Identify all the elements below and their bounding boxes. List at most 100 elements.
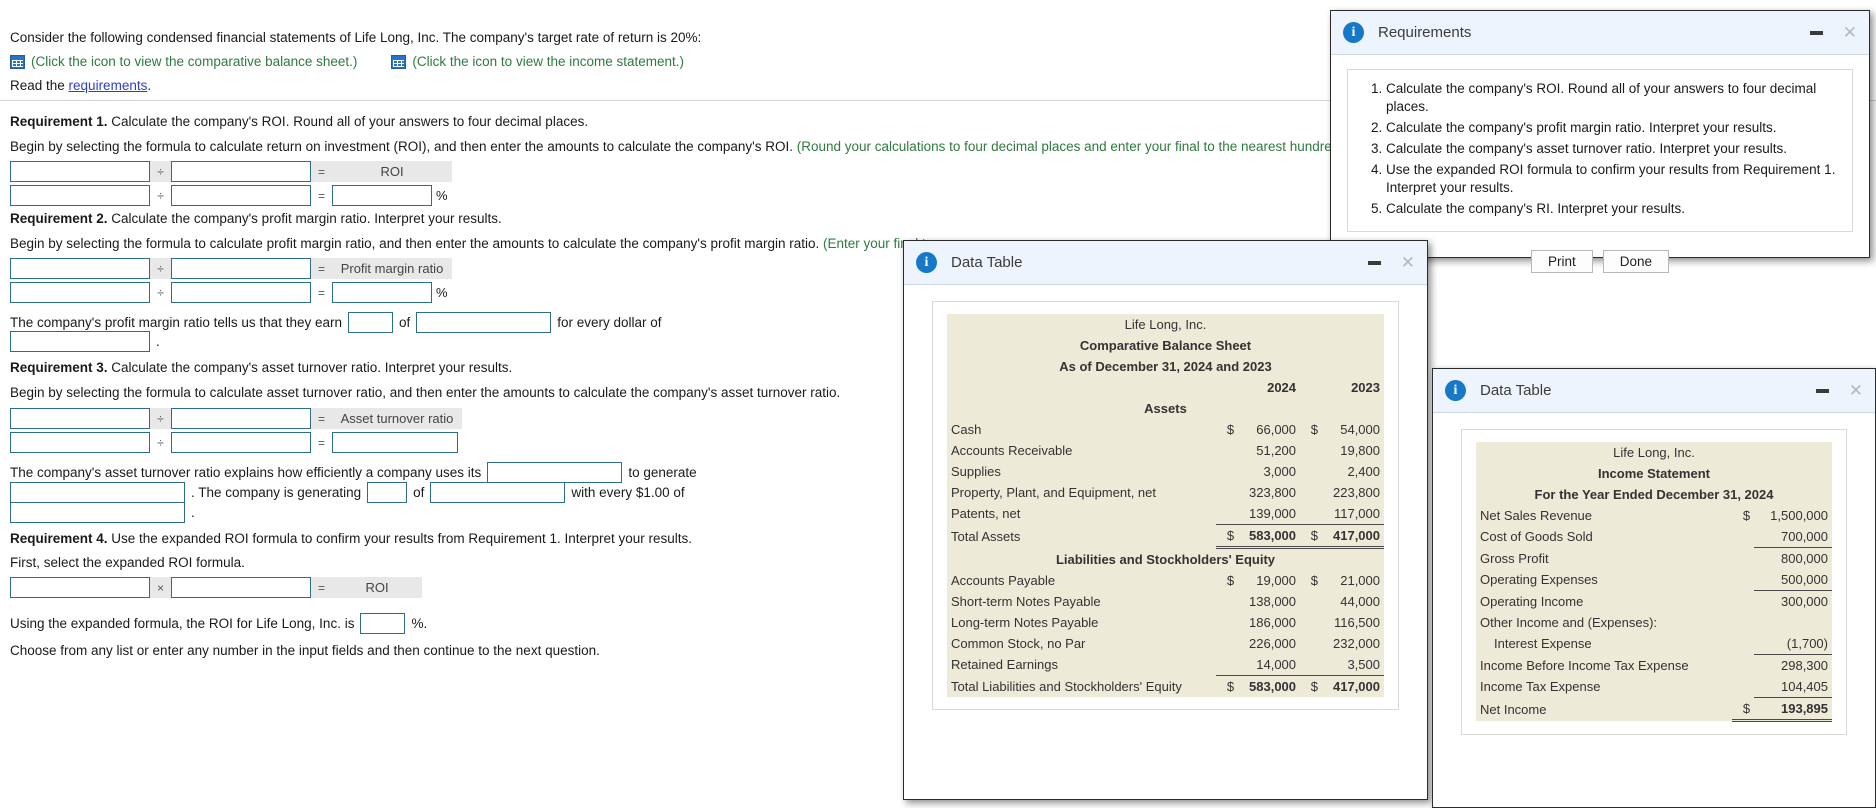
- req3-interpret-input-4[interactable]: [430, 482, 566, 503]
- req3-value-denominator-input[interactable]: [171, 432, 311, 453]
- req2-interpret-input-1[interactable]: [347, 312, 393, 333]
- row-label: Total Assets: [947, 524, 1217, 548]
- print-button[interactable]: Print: [1530, 249, 1593, 273]
- req1-denominator-input[interactable]: [171, 161, 311, 182]
- balance-sheet-link[interactable]: (Click the icon to view the comparative …: [10, 54, 357, 69]
- req1-value-numerator-input[interactable]: [10, 185, 150, 206]
- company-name: Life Long, Inc.: [1476, 442, 1832, 463]
- row-label: Income Before Income Tax Expense: [1476, 654, 1733, 676]
- minimize-icon[interactable]: [1367, 260, 1381, 265]
- statement-period: As of December 31, 2024 and 2023: [947, 356, 1384, 377]
- req3-value-numerator-input[interactable]: [10, 432, 150, 453]
- value-2023: 223,800: [1322, 482, 1384, 503]
- req2-interpret-input-3[interactable]: [10, 331, 150, 352]
- requirement-2-interpretation-line-1: The company's profit margin ratio tells …: [10, 312, 668, 333]
- percent-sign: %: [436, 285, 448, 300]
- table-row: Income Tax Expense 104,405: [1476, 676, 1832, 698]
- value-2024: 583,000: [1238, 675, 1301, 697]
- value-2024: 139,000: [1238, 503, 1301, 525]
- req3-interpret-input-2[interactable]: [10, 482, 185, 503]
- requirements-link[interactable]: requirements: [69, 78, 148, 93]
- currency-symbol: [1300, 654, 1323, 676]
- value-2023: 44,000: [1322, 591, 1384, 612]
- req4-roi-input[interactable]: [360, 613, 406, 634]
- req1-roi-result-input[interactable]: [332, 185, 432, 206]
- table-icon[interactable]: [391, 54, 407, 69]
- close-icon[interactable]: ✕: [1849, 382, 1863, 399]
- req4-factor2-input[interactable]: [171, 577, 311, 598]
- row-label: Cost of Goods Sold: [1476, 526, 1733, 548]
- formula-row-1: ÷ = Profit margin ratio: [10, 258, 452, 279]
- req2-denominator-input[interactable]: [171, 258, 311, 279]
- currency-symbol: [1732, 590, 1755, 612]
- requirement-1-heading: Requirement 1. Calculate the company's R…: [10, 114, 588, 129]
- req2-value-numerator-input[interactable]: [10, 282, 150, 303]
- requirement-3-label: Requirement 3.: [10, 360, 108, 375]
- data-table-links: (Click the icon to view the comparative …: [10, 54, 1510, 69]
- requirement-3-text: Calculate the company's asset turnover r…: [107, 360, 513, 375]
- requirements-dialog[interactable]: i Requirements ✕ Calculate the company's…: [1330, 10, 1870, 273]
- req2-numerator-input[interactable]: [10, 258, 150, 279]
- multiply-operator: ×: [156, 580, 164, 595]
- table-icon[interactable]: [10, 54, 25, 69]
- req2-interpret-text-a: The company's profit margin ratio tells …: [10, 315, 342, 330]
- req2-result-label: Profit margin ratio: [340, 261, 444, 276]
- req2-interpret-input-2[interactable]: [416, 312, 552, 333]
- req2-interpret-text-c: for every dollar of: [557, 315, 662, 330]
- balance-sheet-data-table-dialog[interactable]: i Data Table ✕ Life Long, Inc. Comparati…: [903, 240, 1428, 800]
- balance-sheet-dialog-header[interactable]: i Data Table ✕: [904, 241, 1427, 285]
- value-2023: 417,000: [1322, 675, 1384, 697]
- list-item: Calculate the company's RI. Interpret yo…: [1386, 200, 1840, 218]
- income-statement-dialog-body: Life Long, Inc. Income Statement For the…: [1433, 413, 1875, 751]
- income-statement-link[interactable]: (Click the icon to view the income state…: [391, 54, 684, 69]
- close-icon[interactable]: ✕: [1843, 24, 1857, 41]
- income-statement-link-label[interactable]: (Click the icon to view the income state…: [412, 54, 684, 69]
- req1-numerator-input[interactable]: [10, 161, 150, 182]
- requirements-list-panel: Calculate the company's ROI. Round all o…: [1347, 69, 1853, 232]
- requirement-4-label: Requirement 4.: [10, 531, 108, 546]
- req3-ratio-result-input[interactable]: [332, 432, 458, 453]
- req3-interpret-input-5[interactable]: [10, 502, 185, 523]
- window-controls: ✕: [1815, 382, 1863, 399]
- req2-interpret-text-b: of: [398, 315, 411, 330]
- value-2023: 54,000: [1322, 419, 1384, 440]
- requirement-2-text: Calculate the company's profit margin ra…: [107, 211, 502, 226]
- req3-interpret-input-1[interactable]: [487, 462, 623, 483]
- value-2024: 583,000: [1238, 524, 1301, 549]
- req2-ratio-result-input[interactable]: [332, 282, 432, 303]
- value-2023: 19,800: [1322, 440, 1384, 461]
- req1-value-denominator-input[interactable]: [171, 185, 311, 206]
- close-icon[interactable]: ✕: [1401, 254, 1415, 271]
- income-statement-dialog-header[interactable]: i Data Table ✕: [1433, 369, 1875, 413]
- row-label: Accounts Receivable: [947, 440, 1217, 461]
- currency-symbol: $: [1300, 675, 1323, 697]
- table-row-total: Total Liabilities and Stockholders' Equi…: [947, 675, 1384, 697]
- table-row: Interest Expense (1,700): [1476, 633, 1832, 655]
- formula-row-2: ÷ = %: [10, 185, 452, 206]
- requirements-dialog-header[interactable]: i Requirements ✕: [1331, 11, 1869, 55]
- requirement-2-label: Requirement 2.: [10, 211, 108, 226]
- currency-symbol: $: [1300, 570, 1323, 591]
- row-value: 700,000: [1754, 526, 1832, 548]
- equals-operator: =: [317, 580, 325, 595]
- req3-numerator-input[interactable]: [10, 408, 150, 429]
- equals-operator: =: [317, 411, 325, 426]
- currency-symbol: [1216, 612, 1239, 633]
- balance-sheet-link-label[interactable]: (Click the icon to view the comparative …: [31, 54, 357, 69]
- table-row: Accounts Payable $ 19,000 $ 21,000: [947, 570, 1384, 591]
- statement-name: Comparative Balance Sheet: [947, 335, 1384, 356]
- currency-symbol: $: [1216, 419, 1239, 440]
- income-statement-data-table-dialog[interactable]: i Data Table ✕ Life Long, Inc. Income St…: [1432, 368, 1876, 808]
- income-statement-dialog-title: Data Table: [1480, 382, 1552, 399]
- req4-factor1-input[interactable]: [10, 577, 150, 598]
- income-statement-title-row-company: Life Long, Inc.: [1476, 442, 1832, 463]
- minimize-icon[interactable]: [1815, 388, 1829, 393]
- req3-denominator-input[interactable]: [171, 408, 311, 429]
- row-label: Supplies: [947, 461, 1217, 482]
- req3-interpret-input-3[interactable]: [367, 482, 408, 503]
- done-button[interactable]: Done: [1602, 249, 1670, 273]
- statement-name: Income Statement: [1476, 463, 1832, 484]
- minimize-icon[interactable]: [1809, 30, 1823, 35]
- req2-value-denominator-input[interactable]: [171, 282, 311, 303]
- requirement-2-formula: ÷ = Profit margin ratio ÷ = %: [10, 258, 452, 303]
